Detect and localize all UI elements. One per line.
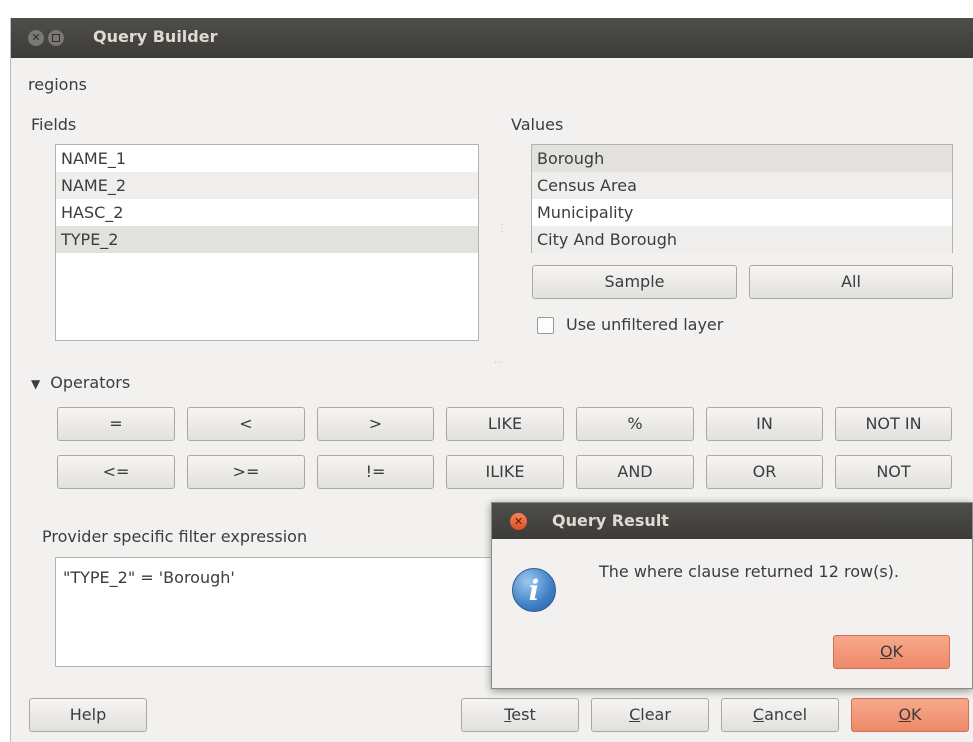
fields-label: Fields [31,115,77,134]
window-title: Query Builder [93,27,218,46]
test-label: est [511,705,536,724]
cancel-label: ancel [764,705,808,724]
op-less-than-button[interactable]: < [187,407,305,441]
op-equals-button[interactable]: = [57,407,175,441]
layer-name: regions [28,75,87,94]
list-item[interactable]: City And Borough [532,226,952,253]
op-greater-than-button[interactable]: > [317,407,434,441]
op-or-button[interactable]: OR [706,455,823,489]
operators-toggle[interactable]: ▼ Operators [31,373,130,392]
dialog-title-bar: ✕ Query Result [492,503,972,539]
help-button[interactable]: Help [29,698,147,732]
ok-label: K [911,705,922,724]
clear-button[interactable]: Clear [591,698,709,732]
list-item-selected[interactable]: Borough [532,145,952,172]
all-button[interactable]: All [749,265,953,299]
dialog-title: Query Result [552,511,669,530]
list-item[interactable]: Census Area [532,172,952,199]
list-item[interactable]: HASC_2 [56,199,478,226]
expression-text: "TYPE_2" = 'Borough' [63,568,235,587]
values-list[interactable]: Borough Census Area Municipality City An… [531,144,953,253]
op-ilike-button[interactable]: ILIKE [446,455,564,489]
close-icon[interactable]: ✕ [28,30,44,46]
fields-list[interactable]: NAME_1 NAME_2 HASC_2 TYPE_2 [55,144,479,341]
dialog-ok-mnemonic: O [879,642,893,661]
operators-label: Operators [50,373,131,392]
list-item[interactable]: Municipality [532,199,952,226]
dialog-message: The where clause returned 12 row(s). [599,562,899,581]
op-not-button[interactable]: NOT [835,455,952,489]
query-result-dialog: ✕ Query Result i The where clause return… [491,502,973,689]
triangle-down-icon: ▼ [31,377,41,391]
maximize-icon[interactable] [48,30,64,46]
expression-textarea[interactable]: "TYPE_2" = 'Borough' [55,557,515,667]
expression-label: Provider specific filter expression [42,527,308,546]
cancel-button[interactable]: Cancel [721,698,839,732]
values-label: Values [511,115,564,134]
unfiltered-layer-checkbox[interactable] [537,317,554,334]
op-percent-button[interactable]: % [576,407,694,441]
op-not-in-button[interactable]: NOT IN [835,407,952,441]
op-like-button[interactable]: LIKE [446,407,564,441]
sample-button[interactable]: Sample [532,265,737,299]
op-not-equal-button[interactable]: != [317,455,434,489]
op-and-button[interactable]: AND [576,455,694,489]
clear-label: lear [640,705,671,724]
splitter-handle[interactable]: ⋮ [497,223,507,234]
close-icon[interactable]: ✕ [510,513,527,530]
unfiltered-layer-label: Use unfiltered layer [566,315,724,334]
op-less-equal-button[interactable]: <= [57,455,175,489]
op-in-button[interactable]: IN [706,407,823,441]
splitter-handle-horizontal[interactable]: ··· [494,358,504,369]
test-button[interactable]: Test [461,698,579,732]
list-item[interactable]: NAME_1 [56,145,478,172]
ok-button[interactable]: OK [851,698,969,732]
title-bar: ✕ Query Builder [11,18,973,58]
dialog-ok-button[interactable]: OK [833,635,950,669]
dialog-ok-label: K [892,642,904,661]
list-item[interactable]: NAME_2 [56,172,478,199]
list-item-selected[interactable]: TYPE_2 [56,226,478,253]
op-greater-equal-button[interactable]: >= [187,455,305,489]
ok-mnemonic: O [898,705,912,724]
cancel-mnemonic: C [752,705,765,724]
clear-mnemonic: C [629,705,641,724]
info-icon: i [512,568,556,612]
